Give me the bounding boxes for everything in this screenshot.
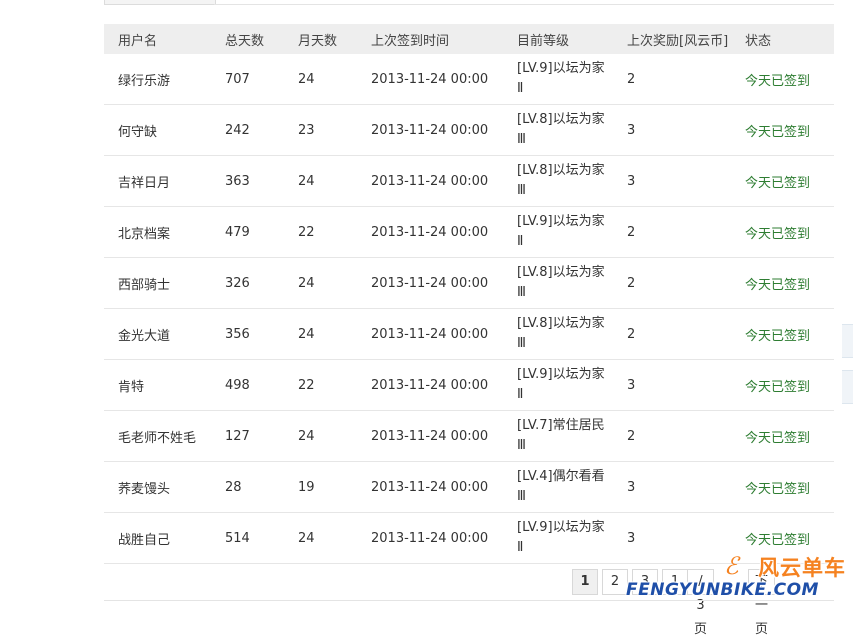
last-checkin-cell: 2013-11-24 00:00 [357,155,503,207]
level-cell: [LV.9]以坛为家Ⅱ [503,54,613,105]
total-days-cell: 356 [211,308,284,360]
reward-cell: 3 [613,104,731,156]
total-days-cell: 326 [211,257,284,309]
last-checkin-cell: 2013-11-24 00:00 [357,410,503,462]
table-row: 何守缺 242 23 2013-11-24 00:00 [LV.8]以坛为家Ⅲ 3 今天已签… [104,104,834,156]
last-checkin-cell: 2013-11-24 00:00 [357,359,503,411]
status-cell: 今天已签到 [731,206,834,258]
month-days-cell: 24 [284,410,357,462]
username-cell[interactable]: 金光大道 [104,308,211,360]
last-checkin-cell: 2013-11-24 00:00 [357,308,503,360]
month-days-cell: 24 [284,257,357,309]
table-row: 毛老师不姓毛 127 24 2013-11-24 00:00 [LV.7]常住居民Ⅲ 2 今… [104,410,834,462]
status-cell: 今天已签到 [731,308,834,360]
bicycle-logo-icon: ℰ [724,552,739,580]
column-header-total-days[interactable]: 总天数 [211,24,284,54]
total-days-cell: 479 [211,206,284,258]
total-days-cell: 514 [211,512,284,564]
total-days-cell: 707 [211,54,284,105]
status-cell: 今天已签到 [731,359,834,411]
column-header-user[interactable]: 用户名 [104,24,211,54]
checkin-table: 用户名 总天数 月天数 上次签到时间 目前等级 上次奖励[风云币] 状态 绿行乐… [104,24,834,564]
status-cell: 今天已签到 [731,461,834,513]
watermark-cn: 风云单车 [758,556,846,580]
level-cell: [LV.8]以坛为家Ⅲ [503,308,613,360]
last-checkin-cell: 2013-11-24 00:00 [357,257,503,309]
username-cell[interactable]: 何守缺 [104,104,211,156]
last-checkin-cell: 2013-11-24 00:00 [357,461,503,513]
month-days-cell: 23 [284,104,357,156]
username-cell[interactable]: 北京档案 [104,206,211,258]
status-cell: 今天已签到 [731,155,834,207]
reward-cell: 2 [613,257,731,309]
page-button-2[interactable]: 2 [602,569,628,595]
total-days-cell: 127 [211,410,284,462]
top-tab[interactable] [104,0,216,5]
month-days-cell: 22 [284,359,357,411]
last-checkin-cell: 2013-11-24 00:00 [357,104,503,156]
month-days-cell: 24 [284,308,357,360]
total-days-cell: 242 [211,104,284,156]
level-cell: [LV.9]以坛为家Ⅱ [503,206,613,258]
site-watermark: ℰ 风云单车 FENGYUNBIKE.COM [626,550,853,602]
table-header-row: 用户名 总天数 月天数 上次签到时间 目前等级 上次奖励[风云币] 状态 [104,24,834,54]
status-cell: 今天已签到 [731,54,834,105]
column-header-last-checkin[interactable]: 上次签到时间 [357,24,503,54]
username-cell[interactable]: 绿行乐游 [104,54,211,105]
level-cell: [LV.9]以坛为家Ⅱ [503,512,613,564]
username-cell[interactable]: 西部骑士 [104,257,211,309]
last-checkin-cell: 2013-11-24 00:00 [357,206,503,258]
side-tab[interactable] [842,324,853,358]
total-days-cell: 28 [211,461,284,513]
month-days-cell: 24 [284,155,357,207]
watermark-en: FENGYUNBIKE.COM [626,580,819,600]
level-cell: [LV.4]偶尔看看Ⅲ [503,461,613,513]
status-cell: 今天已签到 [731,257,834,309]
column-header-level[interactable]: 目前等级 [503,24,613,54]
username-cell[interactable]: 毛老师不姓毛 [104,410,211,462]
username-cell[interactable]: 吉祥日月 [104,155,211,207]
username-cell[interactable]: 肯特 [104,359,211,411]
level-cell: [LV.9]以坛为家Ⅱ [503,359,613,411]
month-days-cell: 19 [284,461,357,513]
table-row: 北京档案 479 22 2013-11-24 00:00 [LV.9]以坛为家Ⅱ 2 今天已… [104,206,834,258]
level-cell: [LV.8]以坛为家Ⅲ [503,257,613,309]
table-row: 肯特 498 22 2013-11-24 00:00 [LV.9]以坛为家Ⅱ 3 今天已签到 [104,359,834,411]
month-days-cell: 24 [284,512,357,564]
last-checkin-cell: 2013-11-24 00:00 [357,512,503,564]
level-cell: [LV.8]以坛为家Ⅲ [503,155,613,207]
reward-cell: 2 [613,308,731,360]
reward-cell: 2 [613,54,731,105]
total-days-cell: 363 [211,155,284,207]
username-cell[interactable]: 荞麦馒头 [104,461,211,513]
status-cell: 今天已签到 [731,410,834,462]
reward-cell: 2 [613,410,731,462]
table-row: 西部骑士 326 24 2013-11-24 00:00 [LV.8]以坛为家Ⅲ 2 今天已… [104,257,834,309]
last-checkin-cell: 2013-11-24 00:00 [357,54,503,105]
total-days-cell: 498 [211,359,284,411]
username-cell[interactable]: 战胜自己 [104,512,211,564]
month-days-cell: 22 [284,206,357,258]
table-row: 绿行乐游 707 24 2013-11-24 00:00 [LV.9]以坛为家Ⅱ 2 今天已… [104,54,834,105]
page-button-current[interactable]: 1 [572,569,598,595]
column-header-last-reward[interactable]: 上次奖励[风云币] [613,24,731,54]
level-cell: [LV.8]以坛为家Ⅲ [503,104,613,156]
side-tab[interactable] [842,370,853,404]
status-cell: 今天已签到 [731,104,834,156]
column-header-status: 状态 [745,33,772,49]
reward-cell: 3 [613,155,731,207]
level-cell: [LV.7]常住居民Ⅲ [503,410,613,462]
table-row: 荞麦馒头 28 19 2013-11-24 00:00 [LV.4]偶尔看看Ⅲ 3 今天已签… [104,461,834,513]
table-row: 金光大道 356 24 2013-11-24 00:00 [LV.8]以坛为家Ⅲ 2 今天已… [104,308,834,360]
table-row: 吉祥日月 363 24 2013-11-24 00:00 [LV.8]以坛为家Ⅲ 3 今天已… [104,155,834,207]
reward-cell: 3 [613,461,731,513]
reward-cell: 3 [613,359,731,411]
month-days-cell: 24 [284,54,357,105]
top-divider [214,4,834,5]
column-header-month-days[interactable]: 月天数 [284,24,357,54]
reward-cell: 2 [613,206,731,258]
